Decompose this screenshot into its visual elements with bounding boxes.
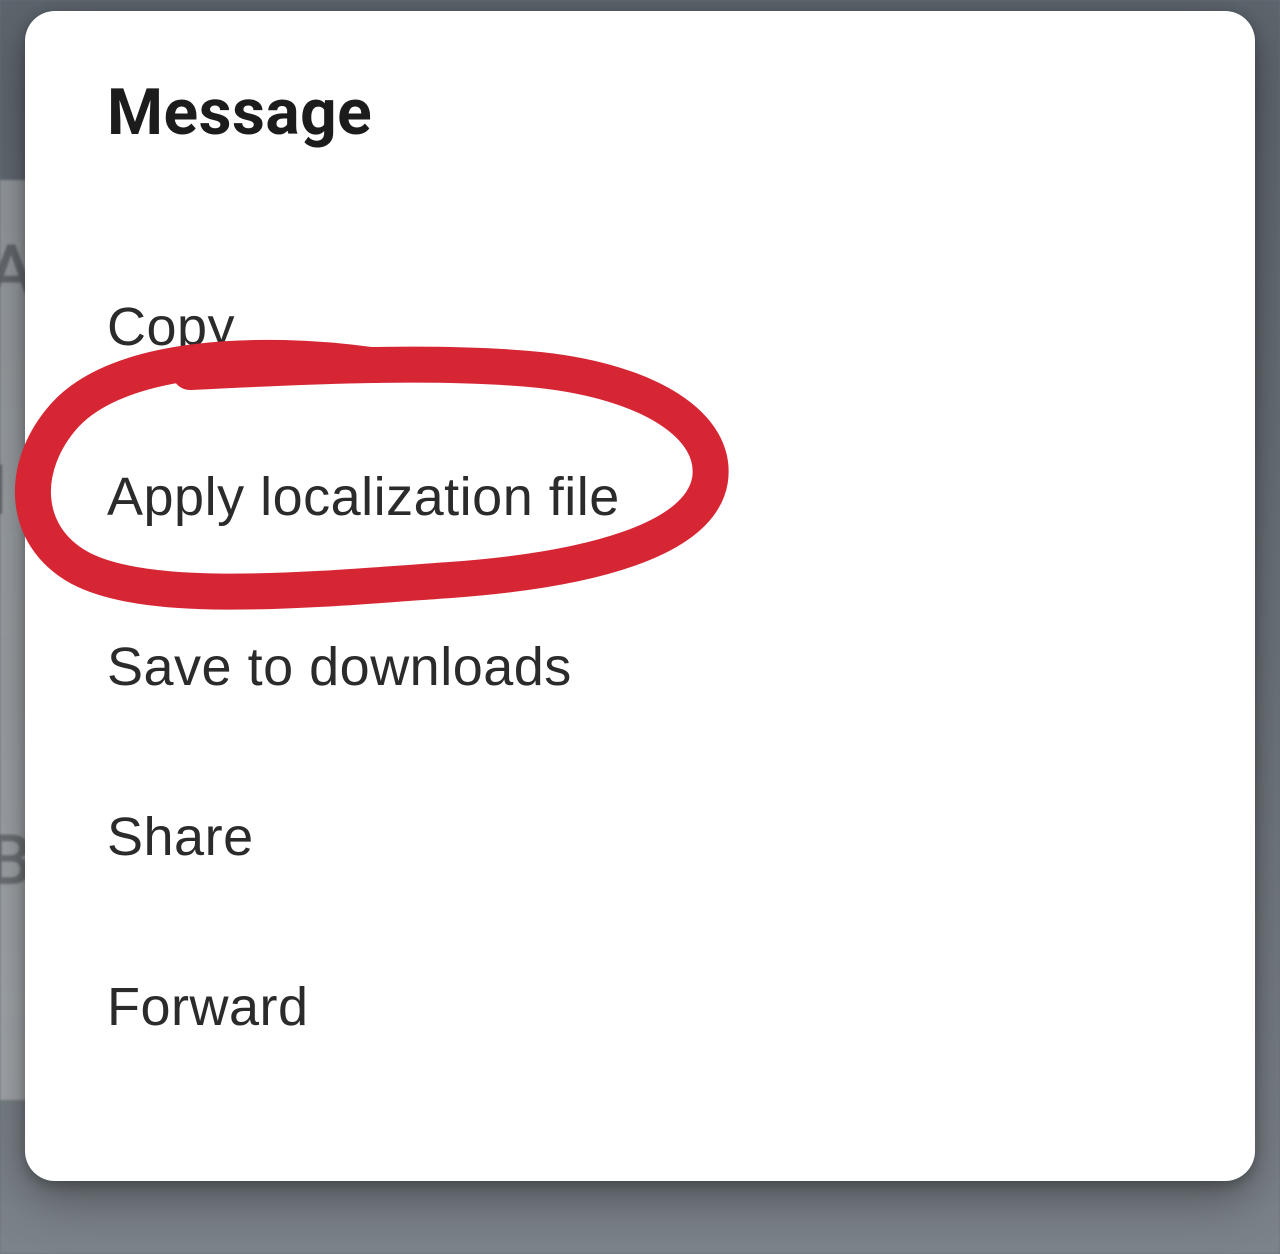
context-menu: Copy Apply localization file Save to dow… xyxy=(107,242,1173,1092)
menu-item-forward[interactable]: Forward xyxy=(107,922,1173,1092)
message-context-dialog: Message Copy Apply localization file Sav… xyxy=(25,11,1255,1181)
dialog-title: Message xyxy=(107,75,1173,150)
menu-item-save-to-downloads[interactable]: Save to downloads xyxy=(107,582,1173,752)
menu-item-share[interactable]: Share xyxy=(107,752,1173,922)
screenshot-root: A I B Message Copy Apply localization fi… xyxy=(0,0,1280,1254)
menu-item-apply-localization-file[interactable]: Apply localization file xyxy=(107,412,1173,582)
menu-item-copy[interactable]: Copy xyxy=(107,242,1173,412)
